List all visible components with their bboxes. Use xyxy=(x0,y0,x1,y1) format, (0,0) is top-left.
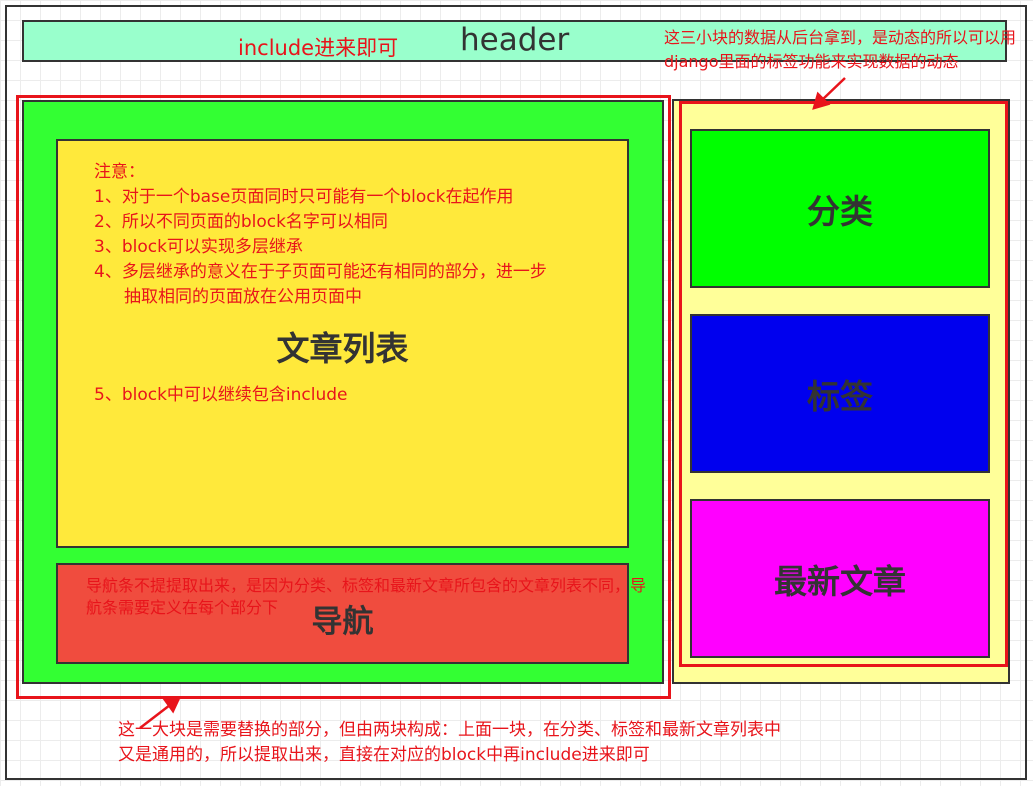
arrow-to-sidebar xyxy=(812,77,846,110)
annotation-arrows xyxy=(139,77,846,729)
arrow-to-content xyxy=(139,696,182,729)
